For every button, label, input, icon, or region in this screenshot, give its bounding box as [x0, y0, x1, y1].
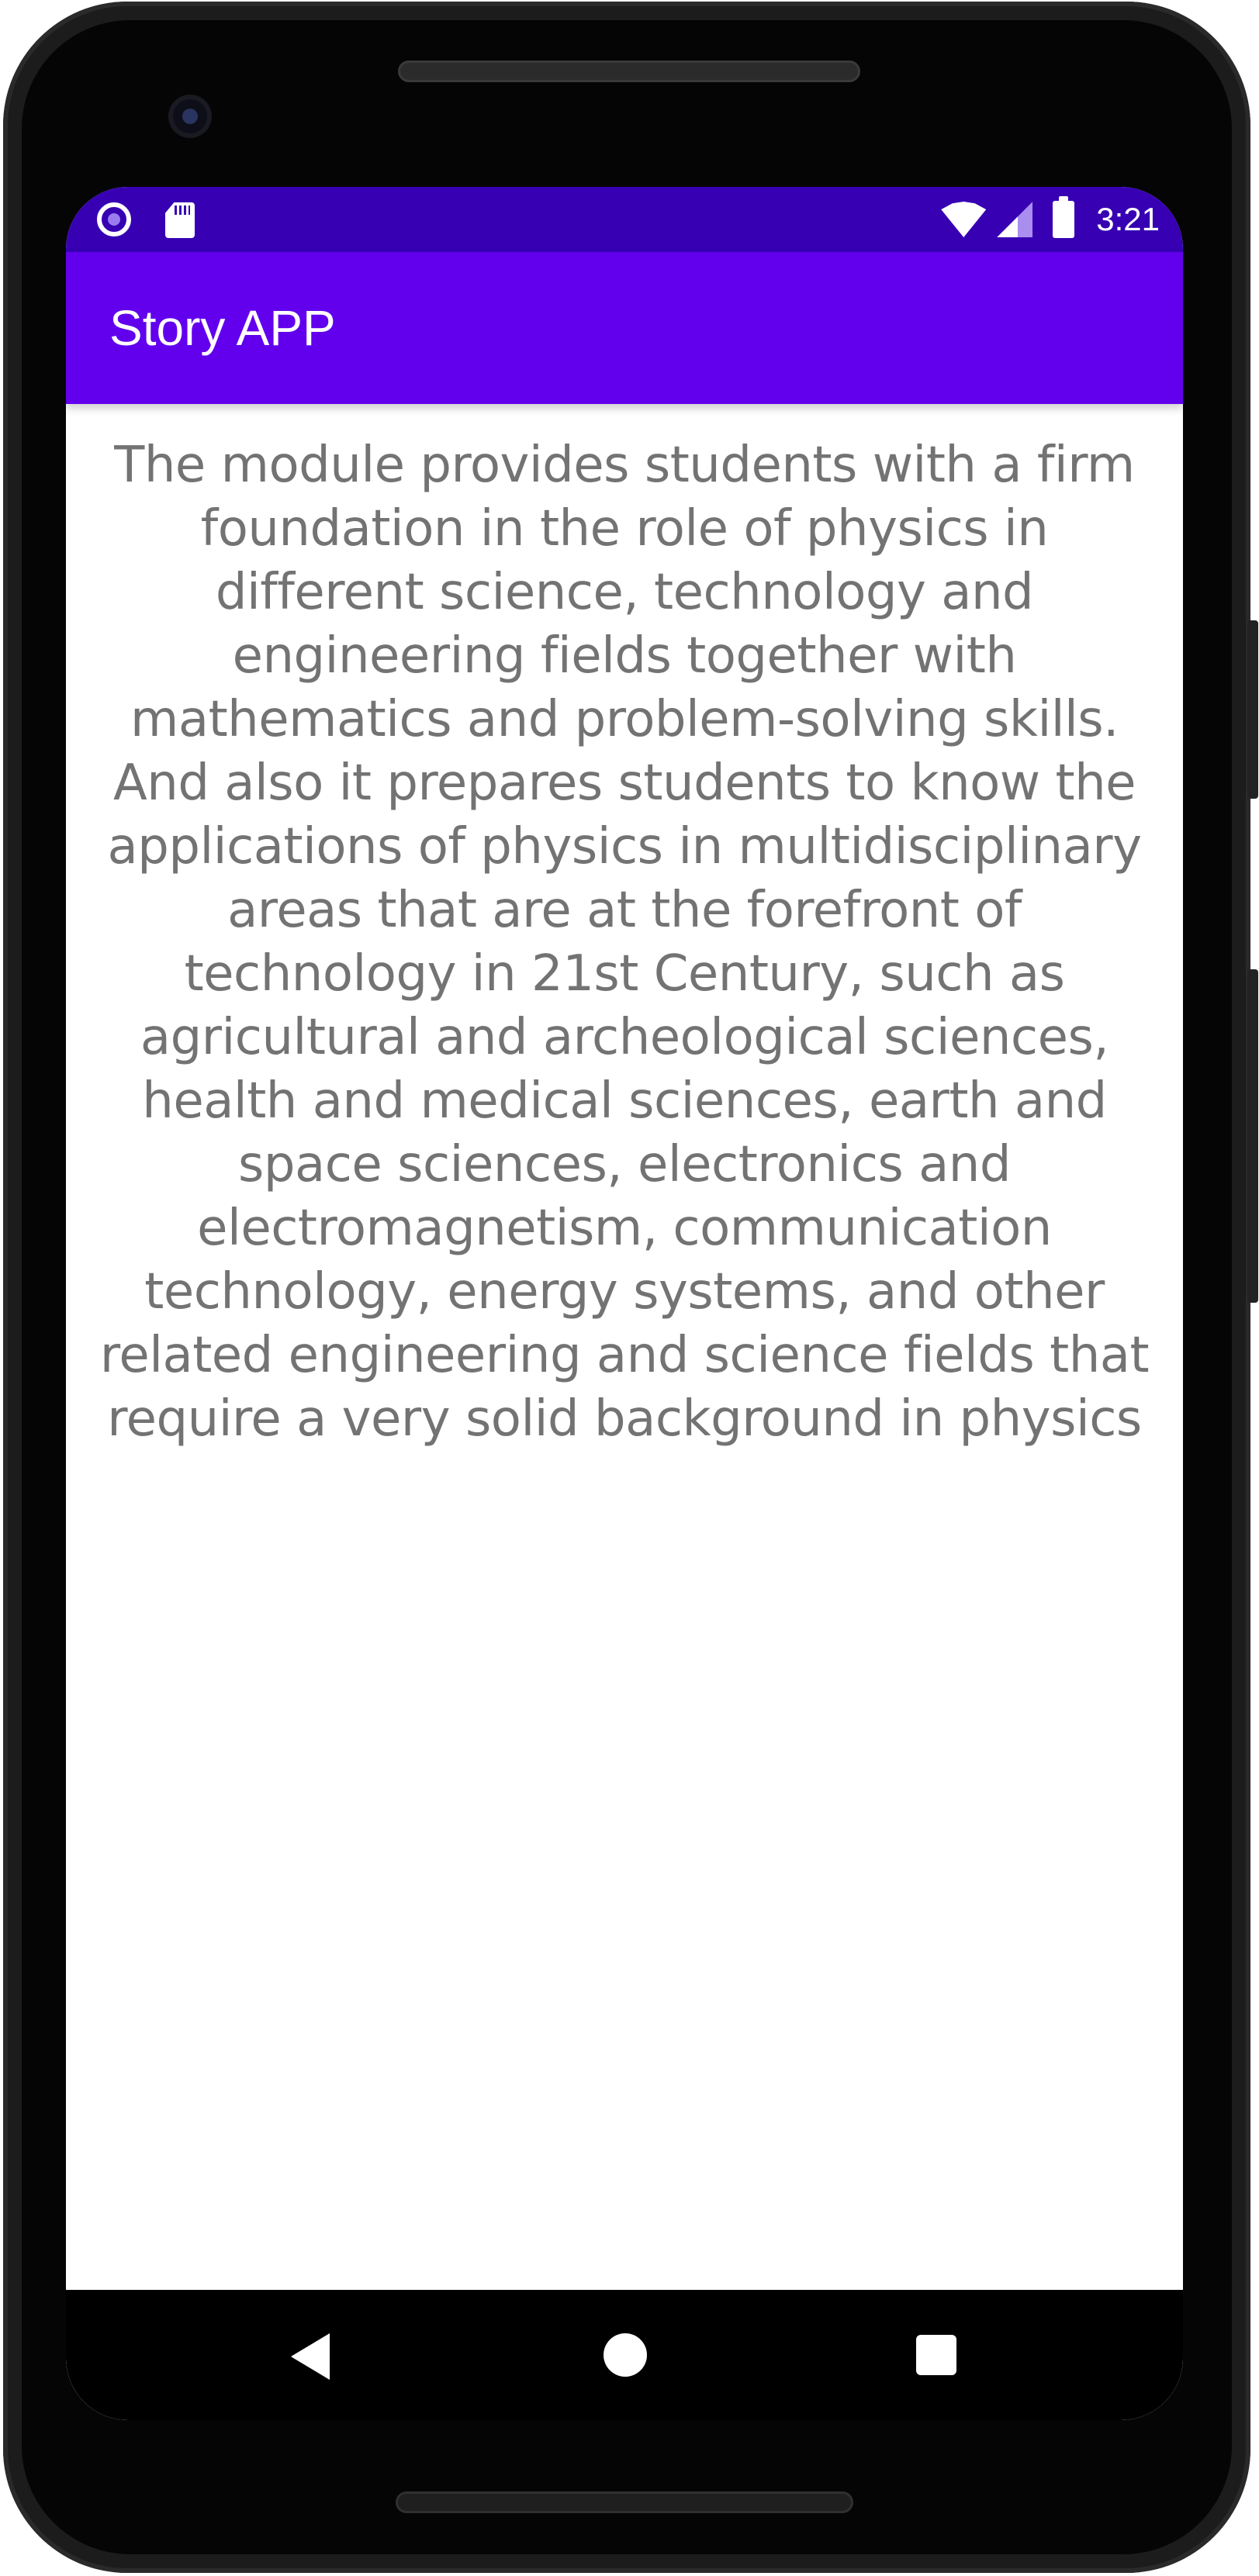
- sd-card-icon: [165, 202, 195, 238]
- status-time: 3:21: [1096, 201, 1160, 237]
- signal-icon: [997, 202, 1032, 237]
- status-bar: 3:21: [66, 187, 1183, 252]
- navigation-bar: [66, 2290, 1183, 2420]
- notification-circle-icon: [97, 202, 131, 237]
- phone-screen: 3:21 Story APP The module provides stude…: [66, 187, 1183, 2420]
- bottom-speaker: [396, 2491, 853, 2513]
- status-indicators: 3:21: [941, 187, 1160, 252]
- recents-icon[interactable]: [916, 2335, 956, 2375]
- home-icon[interactable]: [604, 2333, 647, 2377]
- back-icon[interactable]: [291, 2333, 330, 2380]
- top-speaker: [398, 60, 860, 82]
- story-text: The module provides students with a firm…: [99, 437, 1150, 1448]
- wifi-icon: [941, 202, 986, 237]
- app-title: Story APP: [109, 300, 336, 356]
- volume-button: [1247, 969, 1258, 1303]
- app-bar: Story APP: [66, 252, 1183, 404]
- front-camera-icon: [168, 95, 212, 138]
- power-button: [1247, 620, 1258, 799]
- story-content[interactable]: The module provides students with a firm…: [66, 404, 1183, 2420]
- battery-icon: [1053, 196, 1075, 238]
